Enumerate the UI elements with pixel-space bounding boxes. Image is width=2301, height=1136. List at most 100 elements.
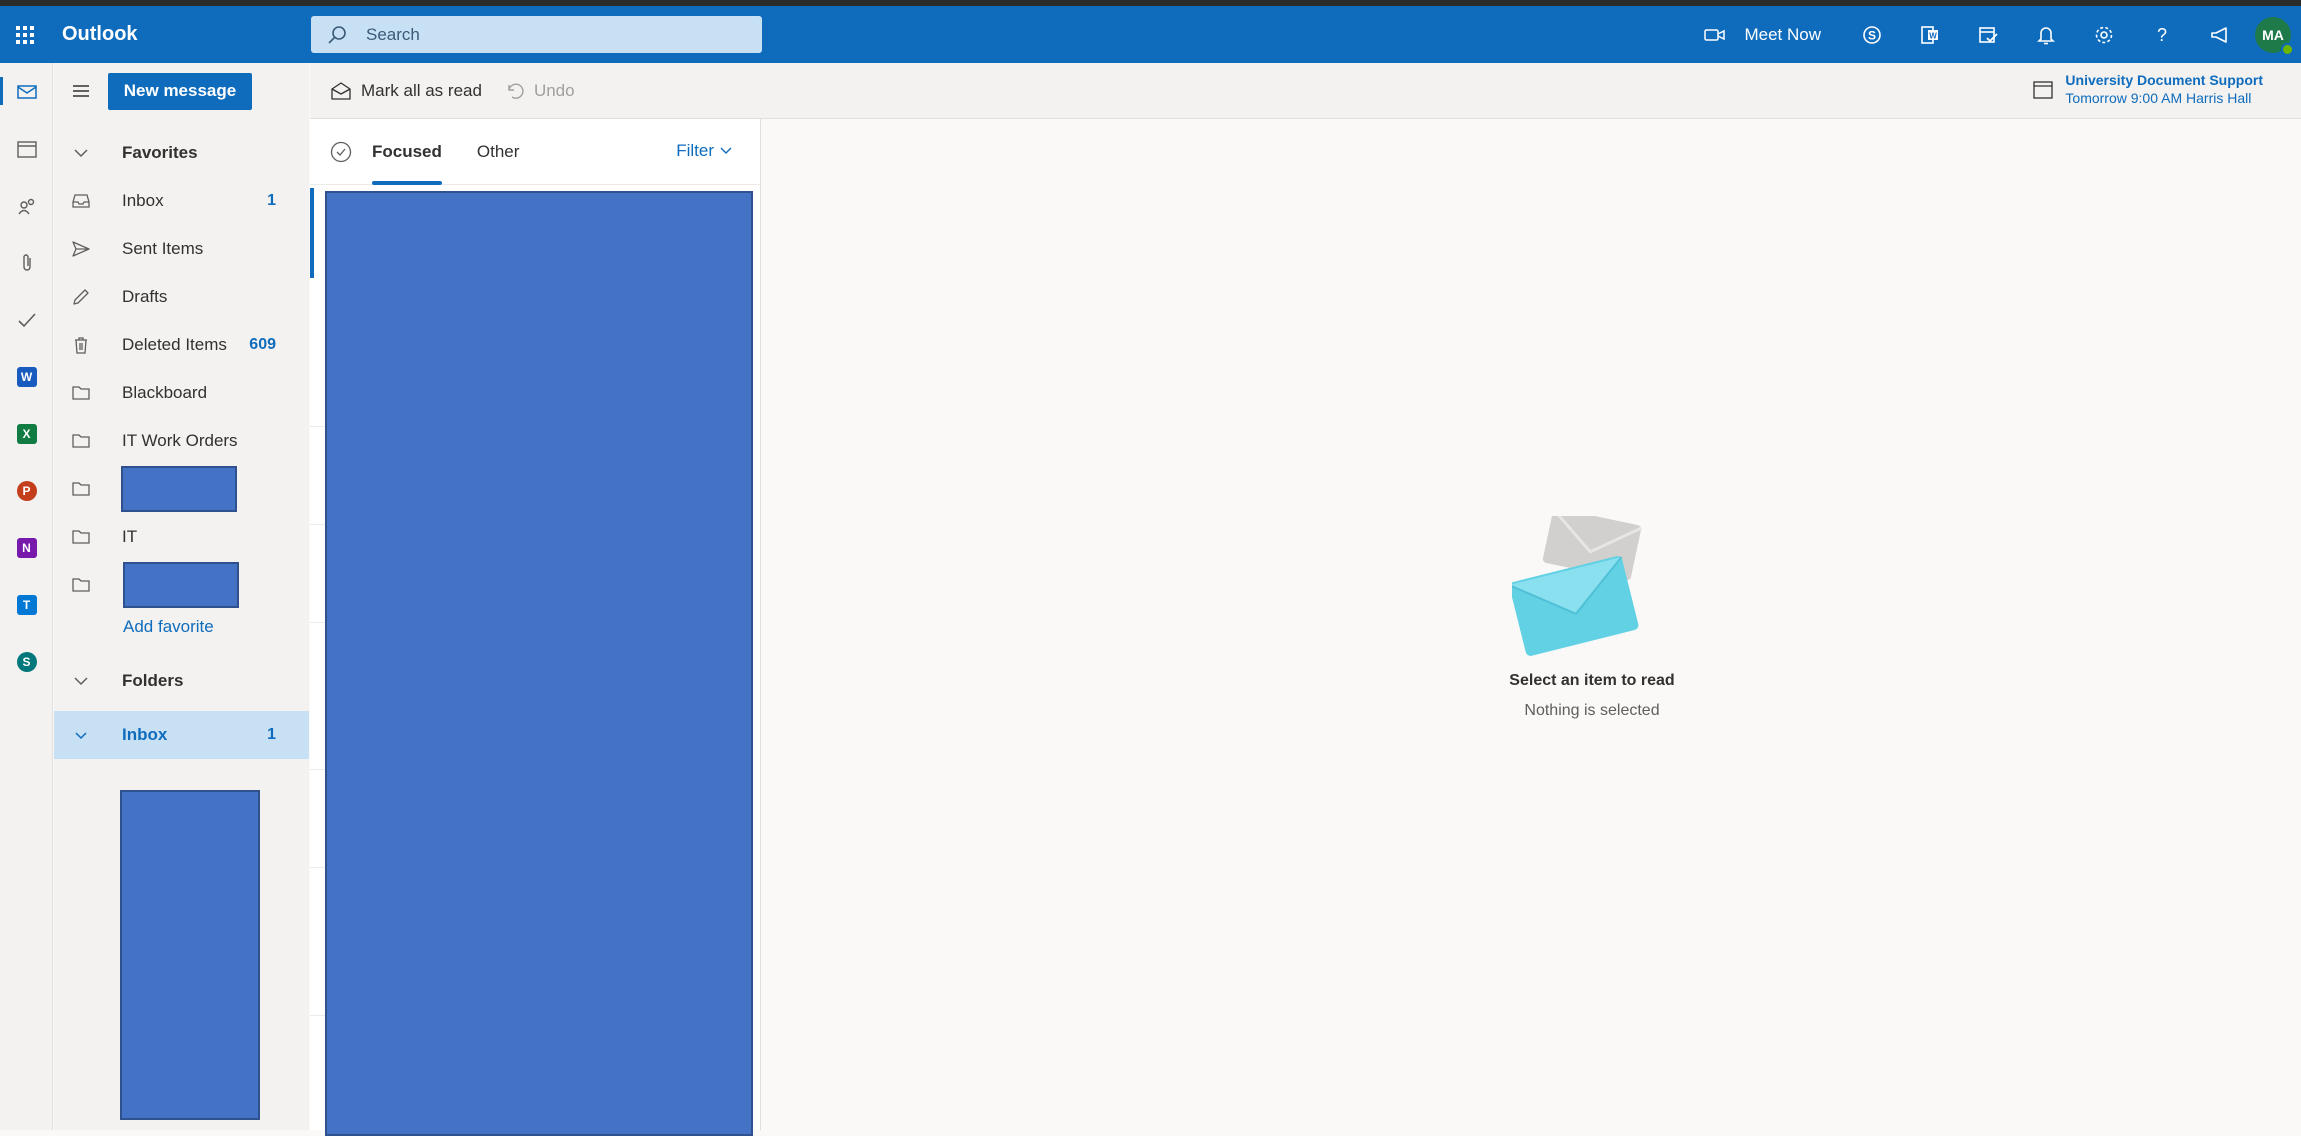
help-icon[interactable]: ? — [2133, 6, 2191, 63]
app-rail: W X P N T S — [0, 63, 53, 1130]
notification-bell-icon[interactable] — [2017, 6, 2075, 63]
folder-icon — [54, 530, 108, 544]
files-paperclip-icon[interactable] — [0, 234, 53, 291]
people-icon[interactable] — [0, 177, 53, 234]
redacted-message-list — [325, 191, 753, 1136]
favorite-item-deleted-items[interactable]: Deleted Items 609 — [54, 321, 309, 369]
favorite-item-blackboard[interactable]: Blackboard — [54, 369, 309, 417]
folders-heading: Folders — [122, 671, 184, 690]
event-title: University Document Support — [2065, 72, 2263, 88]
search-box[interactable]: Search — [311, 16, 762, 53]
new-message-button[interactable]: New message — [108, 72, 252, 110]
onenote-icon[interactable]: N — [0, 519, 53, 576]
folders-header[interactable]: Folders — [54, 657, 309, 705]
folder-icon — [54, 482, 108, 496]
favorite-item-redacted[interactable] — [54, 561, 309, 609]
command-bar: Mark all as read Undo University Documen… — [310, 63, 2301, 119]
filter-label: Filter — [676, 141, 714, 160]
user-avatar[interactable]: MA — [2255, 16, 2294, 56]
tab-other[interactable]: Other — [477, 119, 520, 185]
feedback-megaphone-icon[interactable] — [2191, 6, 2249, 63]
word-icon[interactable]: W — [0, 348, 53, 405]
sharepoint-icon[interactable]: S — [0, 633, 53, 690]
envelopes-illustration-icon — [1512, 516, 1643, 656]
upcoming-event-reminder[interactable]: University Document Support Tomorrow 9:0… — [2033, 71, 2263, 107]
unread-count: 1 — [267, 192, 276, 209]
chevron-down-icon — [54, 148, 108, 158]
teams-icon[interactable]: T — [0, 576, 53, 633]
powerpoint-icon[interactable]: P — [0, 462, 53, 519]
folder-item-inbox[interactable]: Inbox 1 — [54, 711, 309, 759]
settings-gear-icon[interactable] — [2075, 6, 2133, 63]
row-divider — [310, 769, 325, 770]
svg-text:W: W — [1929, 31, 1937, 40]
reading-pane: Select an item to read Nothing is select… — [762, 119, 2301, 1130]
calendar-icon[interactable] — [0, 120, 53, 177]
svg-text:S: S — [1868, 28, 1876, 42]
empty-state-subtitle: Nothing is selected — [1524, 702, 1660, 719]
excel-icon[interactable]: X — [0, 405, 53, 462]
folder-icon — [54, 578, 108, 592]
selected-message-indicator — [310, 188, 314, 278]
meet-now-button[interactable]: Meet Now — [1704, 6, 1843, 63]
row-divider — [310, 867, 325, 868]
app-title[interactable]: Outlook — [62, 23, 310, 46]
favorite-item-inbox[interactable]: Inbox 1 — [54, 177, 309, 225]
favorites-header[interactable]: Favorites — [54, 129, 309, 177]
message-list-body — [310, 185, 761, 1136]
my-day-icon[interactable] — [1959, 6, 2017, 63]
row-divider — [310, 426, 325, 427]
select-all-checkbox-icon[interactable] — [330, 141, 352, 163]
inbox-icon — [54, 193, 108, 209]
avatar-initials: MA — [2262, 26, 2284, 43]
search-input[interactable]: Search — [366, 25, 420, 45]
favorite-item-redacted[interactable] — [54, 465, 309, 513]
folder-label: Inbox — [122, 191, 164, 210]
empty-state: Select an item to read Nothing is select… — [1452, 516, 1732, 720]
folder-label: Deleted Items — [122, 335, 227, 354]
presence-available-icon — [2281, 42, 2294, 56]
folder-label: Blackboard — [122, 383, 208, 402]
hamburger-menu-icon[interactable] — [54, 63, 108, 119]
add-favorite-link[interactable]: Add favorite — [123, 609, 309, 645]
folder-icon — [54, 386, 108, 400]
chevron-down-icon — [54, 676, 108, 686]
chevron-down-icon[interactable] — [54, 731, 108, 740]
folder-label: IT — [122, 527, 138, 546]
unread-count: 1 — [267, 726, 276, 743]
undo-button[interactable]: Undo — [506, 81, 575, 101]
todo-icon[interactable] — [0, 291, 53, 348]
calendar-icon — [2033, 81, 2054, 99]
favorite-item-drafts[interactable]: Drafts — [54, 273, 309, 321]
trash-icon — [54, 336, 108, 354]
folder-label: Sent Items — [122, 239, 204, 258]
meet-now-label: Meet Now — [1744, 24, 1821, 44]
mark-all-read-label: Mark all as read — [361, 80, 482, 100]
video-camera-icon — [1704, 28, 1726, 41]
folder-label: IT Work Orders — [122, 431, 238, 450]
mail-icon[interactable] — [0, 63, 53, 120]
item-count: 609 — [249, 336, 276, 353]
favorite-item-it[interactable]: IT — [54, 513, 309, 561]
office-icon[interactable]: W — [1901, 6, 1959, 63]
filter-button[interactable]: Filter — [676, 141, 732, 161]
skype-icon[interactable]: S — [1843, 6, 1901, 63]
undo-label: Undo — [533, 80, 575, 100]
favorites-heading: Favorites — [122, 143, 198, 162]
undo-icon — [508, 83, 524, 99]
search-icon — [328, 25, 346, 44]
favorite-item-it-work-orders[interactable]: IT Work Orders — [54, 417, 309, 465]
chevron-down-icon — [720, 147, 732, 154]
folder-label: Drafts — [122, 287, 168, 306]
envelope-open-icon — [331, 81, 351, 100]
favorite-item-sent-items[interactable]: Sent Items — [54, 225, 309, 273]
tab-focused[interactable]: Focused — [372, 119, 442, 185]
event-detail: Tomorrow 9:00 AM Harris Hall — [2065, 90, 2252, 106]
row-divider — [310, 622, 325, 623]
pencil-icon — [54, 288, 108, 306]
inbox-tabs: Focused Other Filter — [310, 119, 760, 185]
app-launcher-icon[interactable] — [0, 6, 50, 63]
redacted-label — [121, 466, 237, 512]
mark-all-read-button[interactable]: Mark all as read — [331, 81, 482, 101]
send-icon — [54, 241, 108, 257]
